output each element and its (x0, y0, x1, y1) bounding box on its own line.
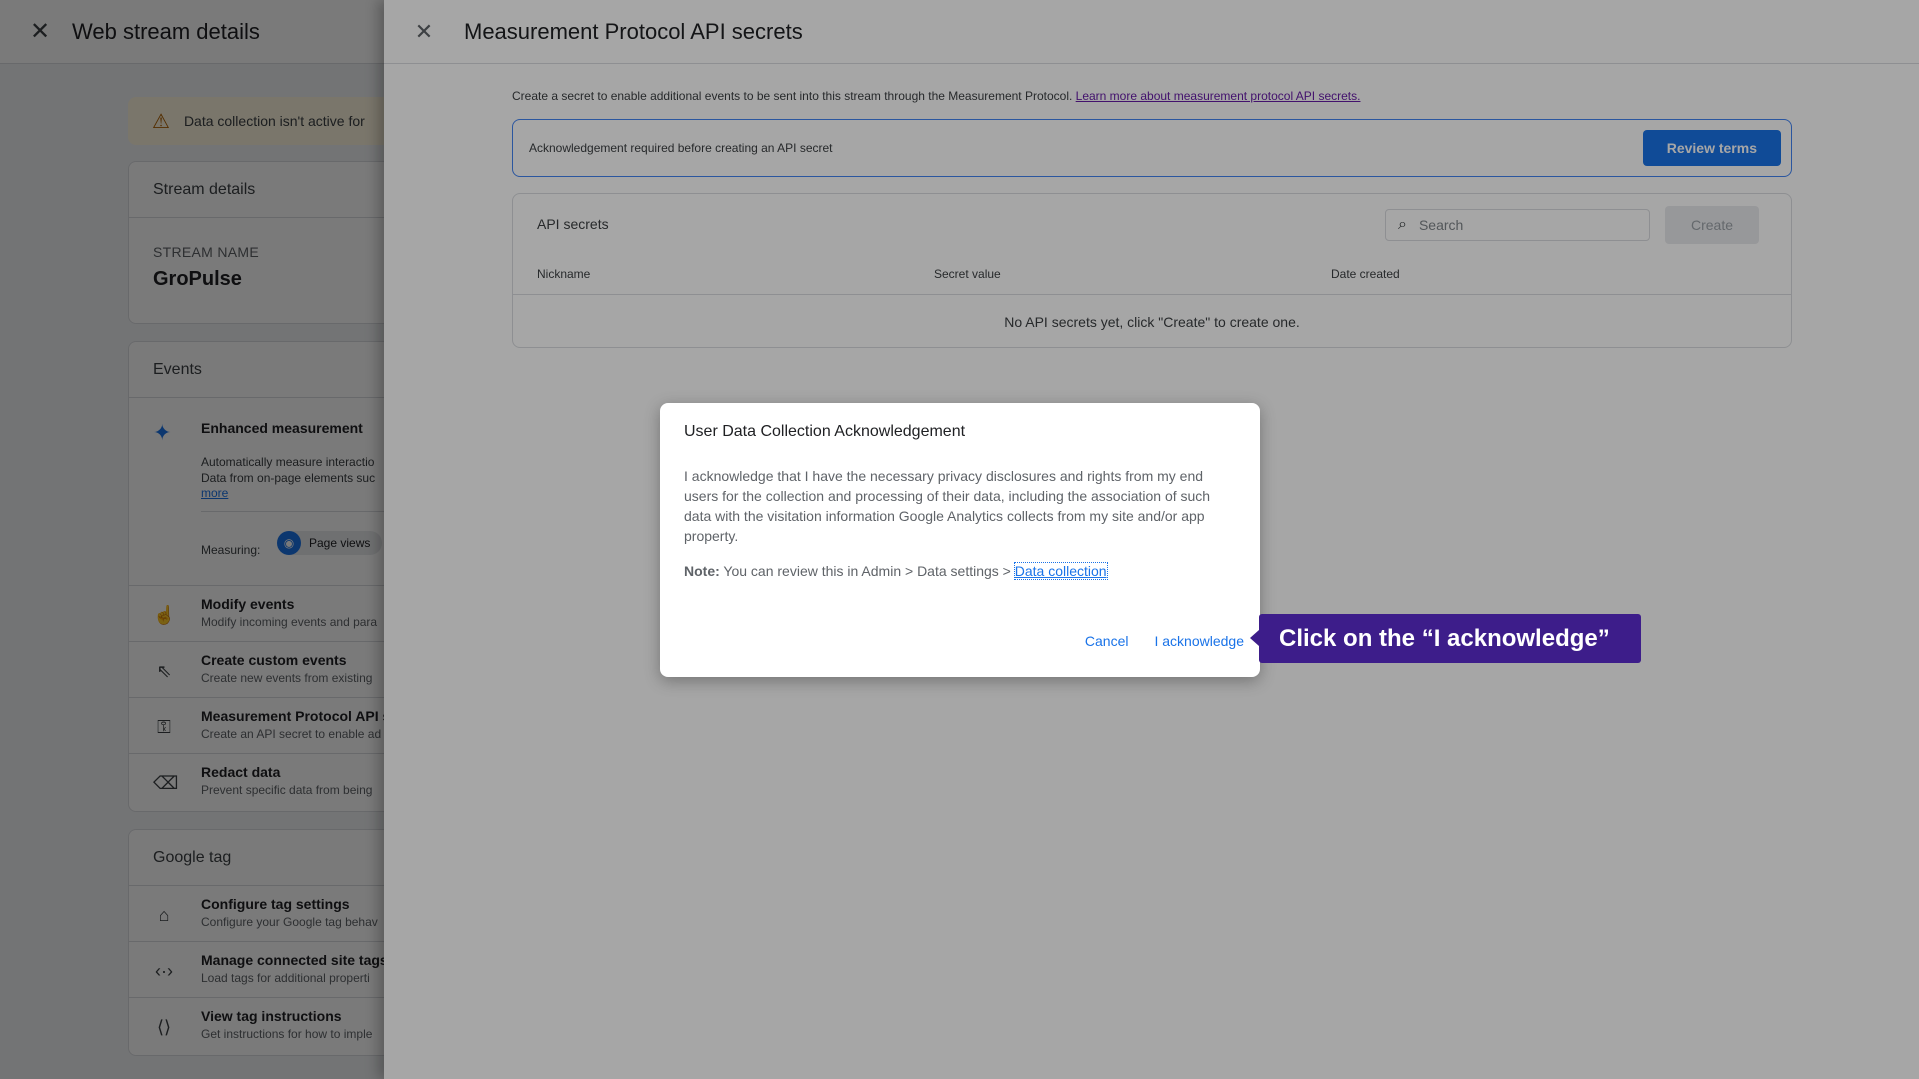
dialog-note: Note: You can review this in Admin > Dat… (684, 562, 1108, 580)
i-acknowledge-button[interactable]: I acknowledge (1154, 633, 1244, 649)
left-dim-overlay (0, 0, 384, 1079)
guide-tooltip: Click on the “I acknowledge” (1250, 614, 1641, 663)
acknowledgement-dialog: User Data Collection Acknowledgement I a… (660, 403, 1260, 677)
dialog-body: I acknowledge that I have the necessary … (684, 468, 1211, 544)
dialog-title: User Data Collection Acknowledgement (684, 423, 966, 440)
data-collection-link[interactable]: Data collection (1013, 562, 1108, 580)
cancel-button[interactable]: Cancel (1085, 633, 1129, 649)
dialog-actions: Cancel I acknowledge (1085, 633, 1244, 649)
